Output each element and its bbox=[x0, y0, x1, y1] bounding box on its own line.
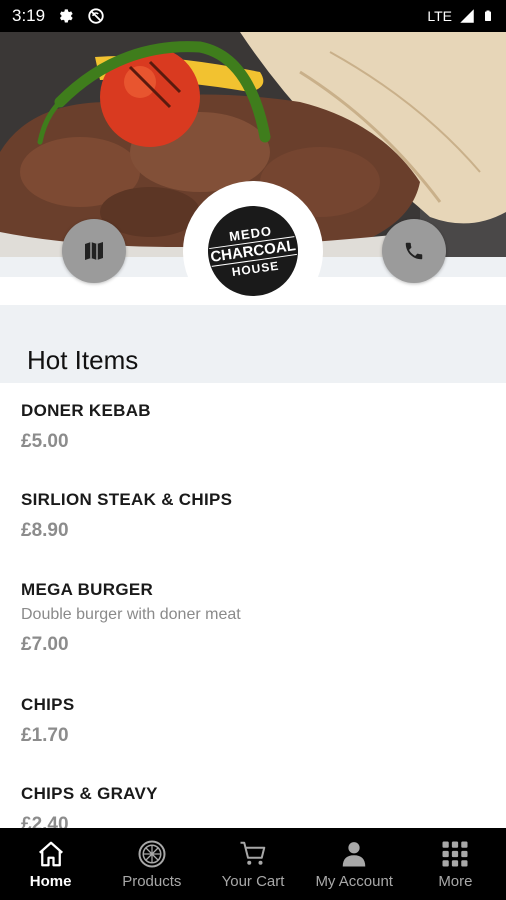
item-price: £2.40 bbox=[21, 814, 69, 828]
settings-icon bbox=[60, 9, 73, 23]
list-item[interactable]: CHIPS £1.70 bbox=[21, 695, 74, 747]
section-header: Hot Items bbox=[0, 305, 506, 383]
item-name: DONER KEBAB bbox=[21, 401, 151, 420]
nav-label: Home bbox=[29, 873, 72, 890]
item-price: £5.00 bbox=[21, 431, 69, 452]
nav-products[interactable]: Products bbox=[101, 828, 202, 900]
item-price: £8.90 bbox=[21, 520, 69, 541]
map-icon bbox=[85, 242, 103, 260]
item-name: MEGA BURGER bbox=[21, 580, 154, 599]
nav-more[interactable]: More bbox=[405, 828, 506, 900]
item-price: £1.70 bbox=[21, 725, 69, 746]
pizza-icon bbox=[138, 840, 166, 868]
status-left: 3:19 bbox=[12, 6, 105, 26]
phone-button[interactable] bbox=[382, 219, 446, 283]
nav-label: My Account bbox=[315, 873, 393, 890]
list-item[interactable]: CHIPS & GRAVY £2.40 bbox=[21, 784, 158, 828]
status-bar: 3:19 LTE bbox=[0, 0, 506, 32]
phone-icon bbox=[405, 242, 423, 260]
network-label: LTE bbox=[427, 8, 452, 24]
map-button[interactable] bbox=[62, 219, 126, 283]
restaurant-logo: MEDO CHARCOAL HOUSE bbox=[202, 200, 304, 302]
section-title: Hot Items bbox=[27, 345, 139, 375]
list-item[interactable]: DONER KEBAB £5.00 bbox=[21, 401, 151, 453]
cart-icon bbox=[240, 841, 266, 865]
list-item[interactable]: MEGA BURGER Double burger with doner mea… bbox=[21, 580, 241, 656]
home-icon bbox=[38, 841, 63, 867]
nav-label: More bbox=[438, 873, 473, 890]
item-name: SIRLION STEAK & CHIPS bbox=[21, 490, 233, 509]
status-right: LTE bbox=[427, 7, 494, 25]
bottom-navigation: Home Products Your Cart My Account More bbox=[0, 828, 506, 900]
account-icon bbox=[342, 842, 366, 867]
item-description: Double burger with doner meat bbox=[21, 606, 241, 623]
nav-cart[interactable]: Your Cart bbox=[202, 828, 303, 900]
item-price: £7.00 bbox=[21, 634, 69, 655]
item-name: CHIPS & GRAVY bbox=[21, 784, 158, 803]
hot-items-list: DONER KEBAB £5.00 SIRLION STEAK & CHIPS … bbox=[0, 383, 506, 828]
nav-home[interactable]: Home bbox=[0, 828, 101, 900]
nav-account[interactable]: My Account bbox=[304, 828, 405, 900]
sync-icon bbox=[88, 8, 104, 24]
restaurant-logo-container: MEDO CHARCOAL HOUSE bbox=[183, 181, 323, 321]
nav-label: Your Cart bbox=[221, 873, 285, 890]
nav-label: Products bbox=[122, 873, 182, 890]
item-name: CHIPS bbox=[21, 695, 75, 714]
grid-icon bbox=[442, 841, 468, 867]
signal-icon bbox=[460, 9, 474, 23]
status-time: 3:19 bbox=[12, 6, 46, 25]
list-item[interactable]: SIRLION STEAK & CHIPS £8.90 bbox=[21, 490, 232, 542]
battery-icon bbox=[485, 10, 491, 21]
